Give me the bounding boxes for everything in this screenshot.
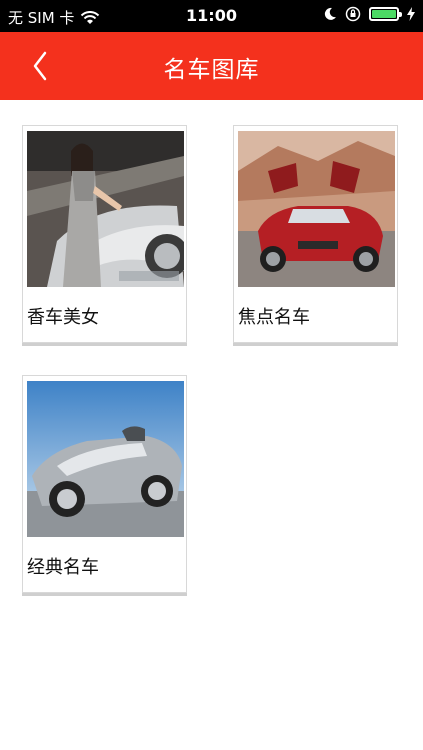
gallery-card-classic-car[interactable]: 经典名车 bbox=[22, 375, 187, 593]
nav-bar: 名车图库 bbox=[0, 32, 423, 100]
gallery-card-label: 焦点名车 bbox=[238, 307, 310, 328]
charging-icon bbox=[407, 7, 415, 21]
gallery-card-label: 香车美女 bbox=[27, 307, 99, 328]
battery-icon bbox=[369, 7, 402, 21]
moon-icon bbox=[324, 7, 336, 20]
silver-roadster-photo bbox=[27, 381, 184, 537]
red-gullwing-car-photo bbox=[238, 131, 395, 287]
gallery-card-car-model[interactable]: 香车美女 bbox=[22, 125, 187, 343]
gallery-card-focus-car[interactable]: 焦点名车 bbox=[233, 125, 398, 343]
page-title: 名车图库 bbox=[163, 57, 260, 83]
gallery-card-label: 经典名车 bbox=[27, 557, 99, 578]
car-model-photo bbox=[27, 131, 184, 287]
orientation-lock-icon bbox=[345, 6, 361, 22]
status-bar: 无 SIM 卡 11:00 bbox=[0, 0, 423, 32]
